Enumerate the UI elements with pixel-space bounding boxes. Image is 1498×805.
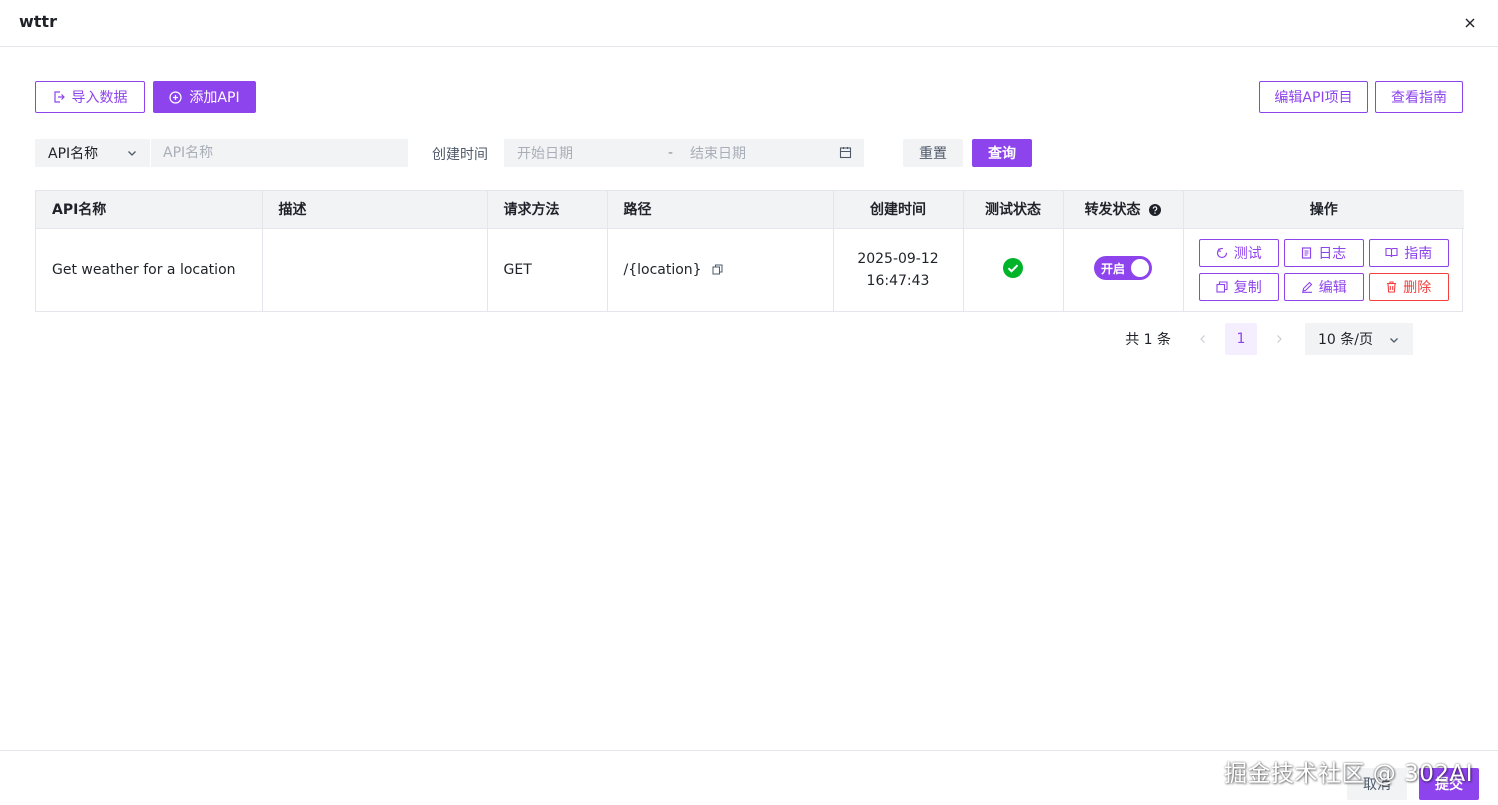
column-header-name: API名称 <box>36 191 263 229</box>
copy-label: 复制 <box>1233 279 1262 296</box>
chevron-right-icon <box>1277 335 1282 343</box>
test-button[interactable]: 测试 <box>1198 238 1279 267</box>
cell-method: GET <box>487 228 608 311</box>
column-header-created-time: 创建时间 <box>833 191 964 229</box>
add-api-label: 添加API <box>189 90 240 106</box>
api-table: API名称 描述 请求方法 路径 创建时间 测试状态 转发状态 操作 Get w… <box>35 190 1464 312</box>
calendar-icon <box>839 147 852 159</box>
copy-icon[interactable] <box>712 264 723 275</box>
api-name-input[interactable] <box>151 139 408 167</box>
created-date: 2025-09-12 <box>857 250 939 267</box>
delete-button[interactable]: 删除 <box>1368 272 1449 301</box>
chevron-down-icon <box>128 151 136 156</box>
page-size-value: 10 条/页 <box>1318 332 1373 348</box>
prev-page-button[interactable] <box>1187 323 1219 355</box>
field-select[interactable]: API名称 <box>35 139 150 167</box>
cell-path: /{location} <box>607 228 834 311</box>
add-api-button[interactable]: 添加API <box>153 81 256 113</box>
date-range-picker[interactable]: 开始日期 - 结束日期 <box>504 139 864 167</box>
close-icon[interactable] <box>1460 13 1480 33</box>
view-guide-button[interactable]: 查看指南 <box>1375 81 1463 113</box>
query-button[interactable]: 查询 <box>972 139 1032 167</box>
date-separator: - <box>668 145 674 161</box>
chevron-down-icon <box>1390 338 1398 343</box>
column-header-path: 路径 <box>607 191 834 229</box>
file-icon <box>1302 247 1312 259</box>
column-header-test-status: 测试状态 <box>963 191 1064 229</box>
cell-description <box>262 228 488 311</box>
column-header-description: 描述 <box>262 191 488 229</box>
duplicate-icon <box>1216 281 1228 293</box>
cancel-button[interactable]: 取消 <box>1347 768 1407 800</box>
edit-api-project-button[interactable]: 编辑API项目 <box>1259 81 1368 113</box>
copy-button[interactable]: 复制 <box>1198 272 1279 301</box>
start-date-input[interactable]: 开始日期 <box>517 143 573 163</box>
dialog-title: wttr <box>19 12 57 31</box>
refresh-icon <box>1216 247 1227 258</box>
edit-label: 编辑 <box>1318 279 1347 296</box>
log-button[interactable]: 日志 <box>1283 238 1364 267</box>
guide-label: 指南 <box>1404 245 1433 262</box>
next-page-button[interactable] <box>1263 323 1295 355</box>
toggle-knob <box>1131 258 1149 277</box>
import-data-button[interactable]: 导入数据 <box>35 81 145 113</box>
column-header-actions: 操作 <box>1183 191 1464 229</box>
page-number-button[interactable]: 1 <box>1225 323 1257 355</box>
created-time-label: 创建时间 <box>432 147 488 163</box>
filter-bar: API名称 创建时间 开始日期 - 结束日期 重置 查询 <box>35 139 1463 167</box>
log-label: 日志 <box>1318 245 1347 262</box>
chevron-left-icon <box>1200 335 1205 343</box>
page-size-select[interactable]: 10 条/页 <box>1305 323 1413 355</box>
reset-button[interactable]: 重置 <box>903 139 963 167</box>
cell-created-time: 2025-09-12 16:47:43 <box>833 228 964 311</box>
toolbar: 导入数据 添加API 编辑API项目 查看指南 <box>35 81 1463 113</box>
path-text: /{location} <box>623 261 702 278</box>
import-data-label: 导入数据 <box>71 90 128 106</box>
cell-forward-status: 开启 <box>1063 228 1184 311</box>
dialog-header: wttr <box>0 0 1498 47</box>
api-dialog: wttr 导入数据 添加API 编辑API项目 查看指南 API名称 创建时间 … <box>0 0 1498 805</box>
forward-toggle[interactable]: 开启 <box>1094 255 1152 280</box>
edit-button[interactable]: 编辑 <box>1283 272 1364 301</box>
end-date-input[interactable]: 结束日期 <box>690 143 746 163</box>
pencil-icon <box>1301 281 1313 293</box>
check-circle-icon <box>1003 257 1023 278</box>
created-clock: 16:47:43 <box>866 272 930 289</box>
cell-actions: 测试 日志 指南 复制 编辑 删除 <box>1183 228 1464 311</box>
import-icon <box>53 91 65 103</box>
field-select-value: API名称 <box>48 146 99 162</box>
submit-button[interactable]: 提交 <box>1419 768 1479 800</box>
forward-status-label: 转发状态 <box>1084 202 1141 219</box>
column-header-forward-status: 转发状态 <box>1063 191 1184 229</box>
dialog-footer: 取消 提交 <box>0 750 1498 805</box>
test-label: 测试 <box>1233 245 1262 262</box>
help-icon[interactable] <box>1149 204 1162 217</box>
column-header-method: 请求方法 <box>487 191 608 229</box>
pagination-total: 共 1 条 <box>1125 332 1171 348</box>
cell-api-name: Get weather for a location <box>36 228 263 311</box>
cell-test-status <box>963 228 1064 311</box>
trash-icon <box>1387 281 1397 293</box>
table-row: Get weather for a location GET /{locatio… <box>36 228 1464 311</box>
delete-label: 删除 <box>1403 279 1432 296</box>
pagination: 共 1 条 1 10 条/页 <box>1125 323 1413 355</box>
guide-button[interactable]: 指南 <box>1368 238 1449 267</box>
table-header-row: API名称 描述 请求方法 路径 创建时间 测试状态 转发状态 操作 <box>36 191 1464 229</box>
plus-circle-icon <box>169 90 183 104</box>
forward-toggle-label: 开启 <box>1101 261 1126 276</box>
book-icon <box>1385 248 1398 258</box>
